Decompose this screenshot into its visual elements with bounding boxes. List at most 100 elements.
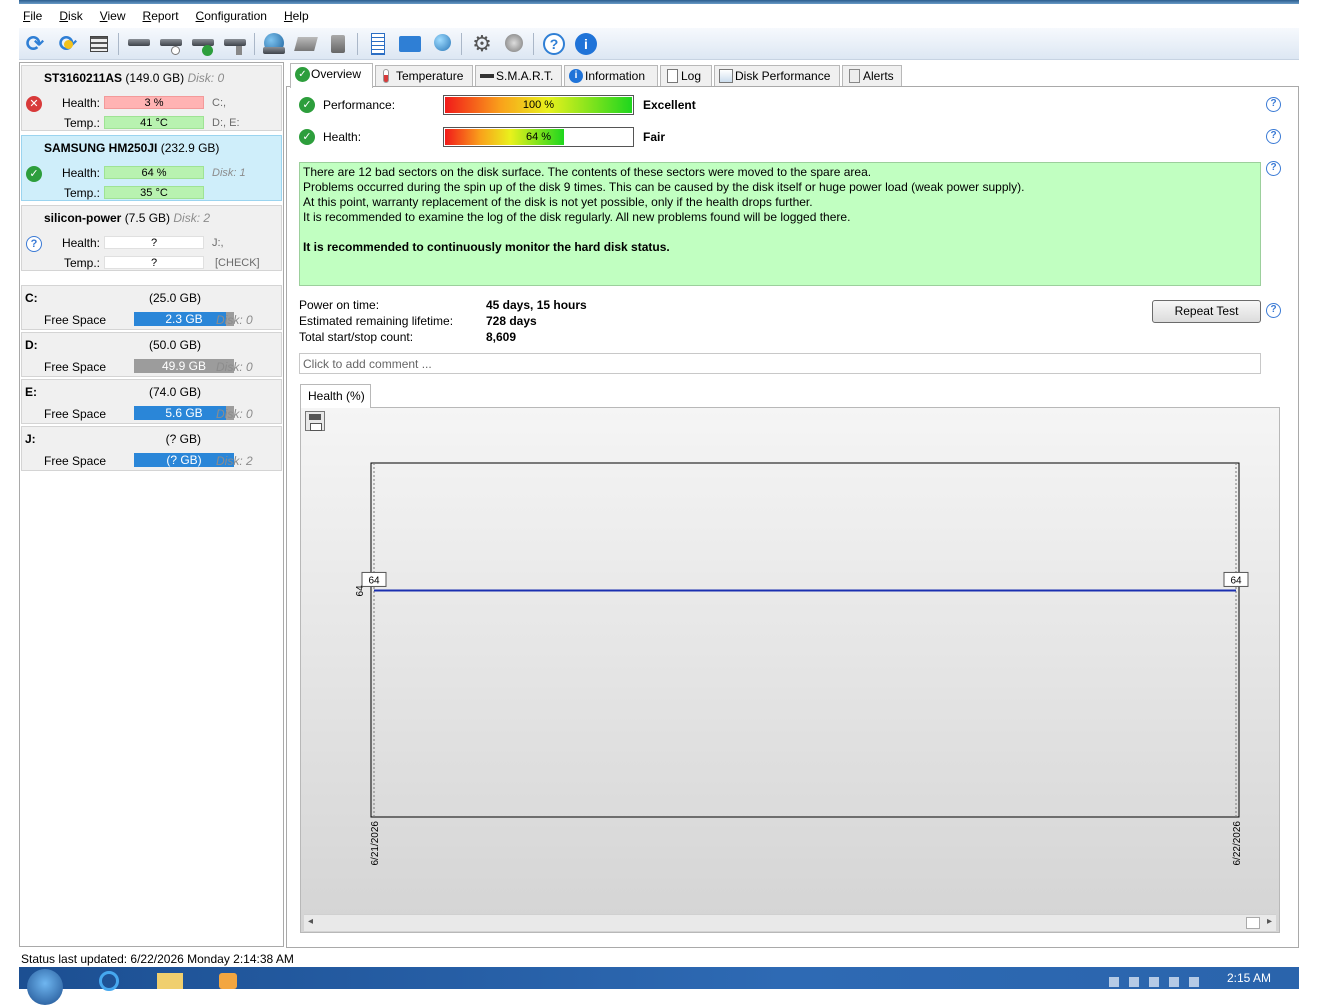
volume-disk: Disk: 0 xyxy=(216,313,253,327)
speaker-icon[interactable] xyxy=(501,31,527,57)
data-label: 64 xyxy=(1230,575,1242,586)
health-label: Health: xyxy=(61,96,100,110)
free-space-label: Free Space xyxy=(44,313,107,327)
volume-letter: D: xyxy=(25,338,38,352)
scroll-thumb[interactable] xyxy=(1246,917,1260,929)
notes-icon[interactable] xyxy=(365,31,391,57)
disk-card[interactable]: silicon-power (7.5 GB) Disk: 2 ? Health:… xyxy=(21,205,282,271)
volume-size: (? GB) xyxy=(165,432,201,446)
tab-log[interactable]: Log xyxy=(660,65,712,87)
media-player-icon[interactable] xyxy=(209,968,249,989)
drive-icon xyxy=(480,74,494,78)
volume-card[interactable]: J: (? GB) Free Space (? GB) Disk: 2 xyxy=(21,426,282,471)
toolbar-separator xyxy=(461,33,462,55)
x-tick-label: 6/21/2026 xyxy=(370,821,381,866)
help-icon[interactable]: ? xyxy=(1266,129,1281,144)
disk-list-icon[interactable] xyxy=(86,31,112,57)
help-icon[interactable]: ? xyxy=(1266,97,1281,112)
help-icon[interactable]: ? xyxy=(541,31,567,57)
disk-card-selected[interactable]: SAMSUNG HM250JI (232.9 GB) ✓ Health: 64 … xyxy=(21,135,282,201)
tray-arrow-icon[interactable] xyxy=(1109,977,1119,987)
disk-user-icon[interactable] xyxy=(325,31,351,57)
data-label: 64 xyxy=(368,575,380,586)
tab-smart[interactable]: S.M.A.R.T. xyxy=(475,65,562,87)
file-explorer-icon[interactable] xyxy=(149,968,189,989)
taskbar-clock[interactable]: 2:15 AM xyxy=(1227,971,1271,985)
performance-bar: 100 % xyxy=(443,95,634,115)
start-stop-value: 8,609 xyxy=(486,330,517,344)
disk-title: silicon-power (7.5 GB) Disk: 2 xyxy=(44,211,211,225)
help-icon[interactable]: ? xyxy=(1266,161,1281,176)
lifetime-label: Estimated remaining lifetime: xyxy=(299,314,454,328)
refresh-warning-icon[interactable]: ⟳ xyxy=(55,31,81,57)
repeat-test-button[interactable]: Repeat Test xyxy=(1152,300,1261,323)
disk-test-icon[interactable] xyxy=(222,31,248,57)
tab-overview[interactable]: ✓ Overview xyxy=(290,63,373,88)
temp-label: Temp.: xyxy=(63,256,100,270)
disk-stack-icon[interactable] xyxy=(293,31,319,57)
performance-label: Performance: xyxy=(323,98,396,112)
menu-configuration[interactable]: Configuration xyxy=(196,9,267,23)
volume-size: (25.0 GB) xyxy=(148,291,201,305)
tab-alerts[interactable]: Alerts xyxy=(842,65,902,87)
help-icon[interactable]: ? xyxy=(1266,303,1281,318)
recommendation: It is recommended to continuously monito… xyxy=(303,240,670,254)
health-label: Health: xyxy=(61,166,100,180)
tab-information[interactable]: i Information xyxy=(564,65,658,87)
volume-letter: E: xyxy=(25,385,37,399)
disk-icon[interactable] xyxy=(126,31,152,57)
volume-card[interactable]: C: (25.0 GB) Free Space 2.3 GB Disk: 0 xyxy=(21,285,282,330)
menu-bar: File Disk View Report Configuration Help xyxy=(19,4,1299,28)
horizontal-scrollbar[interactable]: ◂ ▸ xyxy=(304,914,1276,931)
health-label: Health: xyxy=(323,130,362,144)
volume-card[interactable]: E: (74.0 GB) Free Space 5.6 GB Disk: 0 xyxy=(21,379,282,424)
globe-disk-icon[interactable] xyxy=(261,31,287,57)
volume-size: (50.0 GB) xyxy=(148,338,201,352)
disk-card[interactable]: ST3160211AS (149.0 GB) Disk: 0 ✕ Health:… xyxy=(21,65,282,131)
check-icon: ✓ xyxy=(295,67,310,82)
menu-report[interactable]: Report xyxy=(143,9,179,23)
volume-disk: Disk: 0 xyxy=(216,360,253,374)
health-bar: ? xyxy=(104,236,204,249)
tray-volume-icon[interactable] xyxy=(1149,977,1159,987)
settings-icon[interactable]: ⚙ xyxy=(469,31,495,57)
health-chart: 6464 646/21/2026 6/22/2026 xyxy=(355,462,1249,866)
scroll-left-icon[interactable]: ◂ xyxy=(308,916,313,927)
volume-size: (74.0 GB) xyxy=(148,385,201,399)
tray-power-icon[interactable] xyxy=(1189,977,1199,987)
tray-flag-icon[interactable] xyxy=(1169,977,1179,987)
volume-card[interactable]: D: (50.0 GB) Free Space 49.9 GB Disk: 0 xyxy=(21,332,282,377)
temp-label: Temp.: xyxy=(63,186,100,200)
tab-temperature[interactable]: Temperature xyxy=(375,65,473,87)
tab-label: Alerts xyxy=(863,69,894,83)
log-icon xyxy=(667,69,678,83)
disk-check-icon[interactable] xyxy=(190,31,216,57)
performance-icon xyxy=(719,69,733,83)
scroll-right-icon[interactable]: ▸ xyxy=(1267,916,1272,927)
tab-label: Disk Performance xyxy=(735,69,831,83)
menu-help[interactable]: Help xyxy=(284,9,309,23)
check-link[interactable]: [CHECK] xyxy=(215,257,260,269)
toolbar: ⟳ ⟳ ⚙ ? i xyxy=(19,28,1299,60)
tray-network-icon[interactable] xyxy=(1129,977,1139,987)
email-icon[interactable] xyxy=(397,31,423,57)
disk-list-panel: ST3160211AS (149.0 GB) Disk: 0 ✕ Health:… xyxy=(19,62,284,947)
menu-view[interactable]: View xyxy=(100,9,126,23)
menu-disk[interactable]: Disk xyxy=(59,9,82,23)
info-icon[interactable]: i xyxy=(573,31,599,57)
refresh-icon[interactable]: ⟳ xyxy=(22,31,48,57)
start-button[interactable] xyxy=(27,969,63,1005)
info-icon: i xyxy=(569,69,583,83)
power-on-value: 45 days, 15 hours xyxy=(486,298,587,312)
thermometer-icon xyxy=(383,69,389,83)
disk-schedule-icon[interactable] xyxy=(158,31,184,57)
comment-input[interactable]: Click to add comment ... xyxy=(299,353,1261,374)
tab-label: Information xyxy=(585,69,646,83)
network-icon[interactable] xyxy=(429,31,455,57)
internet-explorer-icon[interactable] xyxy=(89,968,129,991)
health-bar: 64 % xyxy=(443,127,634,147)
tab-bar: ✓ Overview Temperature S.M.A.R.T. i Info… xyxy=(290,63,1300,88)
tab-disk-performance[interactable]: Disk Performance xyxy=(714,65,840,87)
menu-file[interactable]: File xyxy=(23,9,42,23)
tab-health-chart[interactable]: Health (%) xyxy=(300,384,371,408)
